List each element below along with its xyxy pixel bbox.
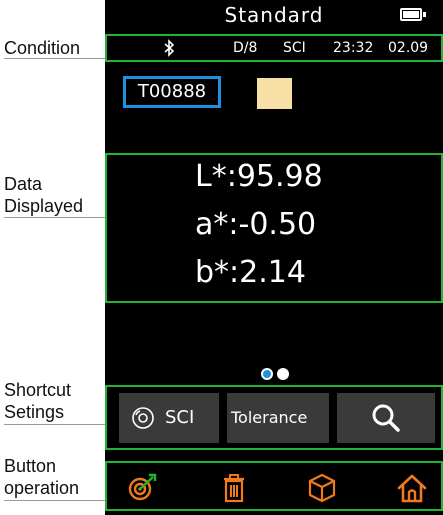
status-time: 23:32: [333, 40, 374, 56]
target-icon[interactable]: [125, 471, 159, 505]
search-icon: [371, 403, 401, 437]
sci-button[interactable]: SCI: [119, 393, 219, 443]
trash-icon[interactable]: [217, 471, 251, 505]
cube-icon[interactable]: [305, 471, 339, 505]
title-bar: Standard: [105, 0, 443, 33]
leader-data: [4, 217, 114, 218]
label-shortcut-settings: Shortcut Setings: [4, 380, 72, 422]
page-dot-1[interactable]: [261, 368, 273, 380]
reading-l: L*:95.98: [195, 159, 323, 194]
leader-condition: [4, 58, 105, 59]
search-button[interactable]: [337, 393, 435, 443]
leader-shortcut: [4, 424, 114, 425]
page-dot-2[interactable]: [277, 368, 289, 380]
color-swatch: [257, 78, 292, 109]
device-screen: Standard D/8 SCI 23:32 02.09 T00888 L*:9…: [105, 0, 443, 515]
tolerance-button[interactable]: Tolerance: [227, 393, 329, 443]
bluetooth-icon: [163, 39, 175, 61]
leader-button: [4, 500, 114, 501]
label-button-operation: Button operation: [4, 456, 80, 498]
tolerance-label: Tolerance: [231, 408, 308, 427]
home-icon[interactable]: [395, 471, 429, 505]
label-data-displayed: Data Displayed: [4, 174, 84, 216]
measure-geometry: D/8: [233, 40, 258, 56]
shortcut-bar: SCI Tolerance: [105, 385, 443, 450]
status-date: 02.09: [388, 40, 429, 56]
battery-icon: [400, 8, 426, 21]
sample-id-field[interactable]: T00888: [123, 76, 221, 108]
reading-b: b*:2.14: [195, 255, 306, 290]
data-panel: L*:95.98 a*:-0.50 b*:2.14: [105, 153, 443, 303]
label-condition: Condition: [4, 38, 81, 58]
reading-a: a*:-0.50: [195, 207, 317, 242]
lens-icon: [131, 406, 155, 434]
screen-title: Standard: [224, 3, 324, 27]
measure-mode: SCI: [283, 40, 306, 56]
status-bar: D/8 SCI 23:32 02.09: [105, 34, 443, 62]
sci-label: SCI: [165, 407, 195, 428]
bottom-button-bar: [105, 461, 443, 511]
